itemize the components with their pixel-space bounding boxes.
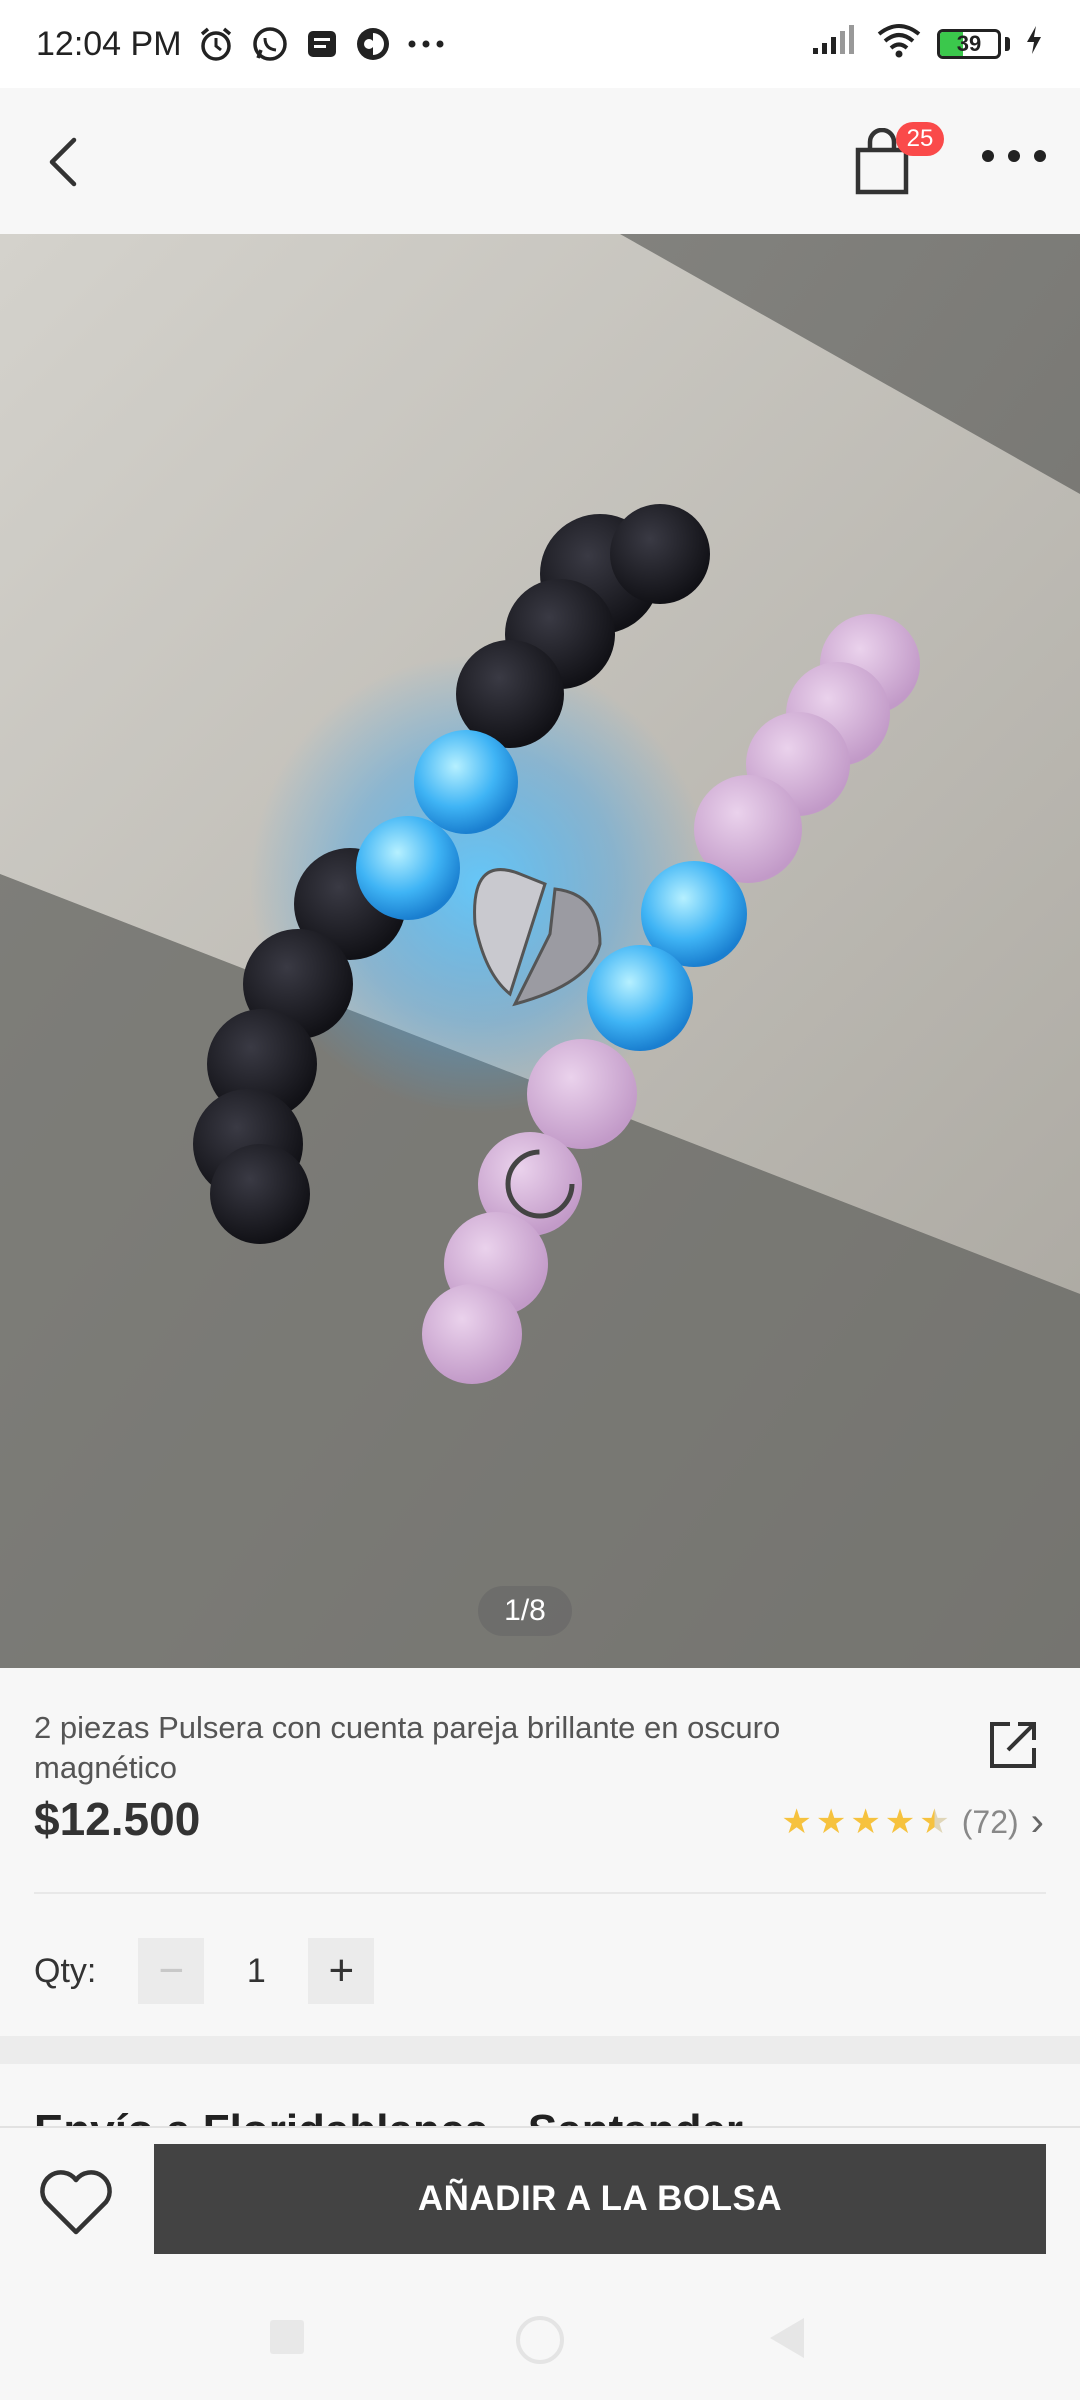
add-to-bag-button[interactable]: AÑADIR A LA BOLSA — [154, 2144, 1046, 2254]
rating-summary[interactable]: ★ ★ ★ ★ ★ (72) › — [781, 1802, 1044, 1842]
half-star-icon: ★ — [919, 1803, 950, 1841]
system-back-button[interactable] — [770, 2318, 804, 2358]
alarm-icon — [196, 24, 236, 64]
product-title: 2 piezas Pulsera con cuenta pareja brill… — [34, 1710, 781, 1785]
rating-count: (72) — [961, 1803, 1019, 1840]
more-options-button[interactable] — [982, 144, 1046, 168]
share-button[interactable] — [986, 1718, 1040, 1772]
message-icon — [304, 26, 340, 62]
wifi-icon — [875, 22, 923, 67]
back-button[interactable] — [36, 132, 96, 192]
chevron-left-icon — [49, 137, 77, 187]
status-time: 12:04 PM — [36, 24, 182, 63]
heart-icon — [40, 2170, 112, 2235]
battery-tip — [1005, 37, 1010, 51]
section-separator — [0, 2036, 1080, 2064]
charging-icon — [1024, 24, 1044, 65]
star-icon: ★ — [850, 1803, 881, 1841]
home-button[interactable] — [516, 2316, 564, 2364]
quantity-increase-button[interactable]: + — [308, 1938, 375, 2004]
share-external-icon — [990, 1722, 1036, 1768]
dot — [1034, 150, 1046, 162]
app-icon — [354, 25, 392, 63]
recent-apps-button[interactable] — [270, 2320, 304, 2354]
dot — [982, 150, 994, 162]
divider — [34, 1892, 1046, 1894]
quantity-label: Qty: — [34, 1951, 97, 1990]
whatsapp-icon — [250, 24, 290, 64]
system-navigation-bar — [0, 2276, 1080, 2400]
gallery-page-indicator: 1/8 — [478, 1586, 572, 1636]
signal-icon — [811, 24, 861, 65]
more-dots-icon — [406, 38, 446, 50]
product-image — [0, 234, 1080, 1668]
top-navigation-bar: 25 — [0, 88, 1080, 234]
star-icon: ★ — [884, 1803, 916, 1841]
chevron-right-icon: › — [1030, 1800, 1044, 1844]
cart-count-badge: 25 — [896, 122, 944, 156]
wishlist-button[interactable] — [38, 2168, 114, 2238]
quantity-value: 1 — [246, 1951, 266, 1990]
quantity-stepper: Qty: − 1 + — [34, 1938, 375, 2004]
shipping-destination[interactable]: Envío a Floridablanca - Santander — [34, 2102, 743, 2126]
status-bar: 12:04 PM 39 — [0, 0, 1080, 88]
product-price: $12.500 — [34, 1793, 201, 1845]
quantity-decrease-button[interactable]: − — [138, 1938, 205, 2004]
battery-level: 39 — [956, 31, 982, 56]
dot — [1008, 150, 1020, 162]
star-icon: ★ — [815, 1803, 847, 1841]
product-image-gallery[interactable] — [0, 234, 1080, 1668]
bottom-action-bar: AÑADIR A LA BOLSA — [0, 2126, 1080, 2276]
battery-icon: 39 — [937, 29, 1001, 59]
star-icon: ★ — [781, 1803, 812, 1841]
